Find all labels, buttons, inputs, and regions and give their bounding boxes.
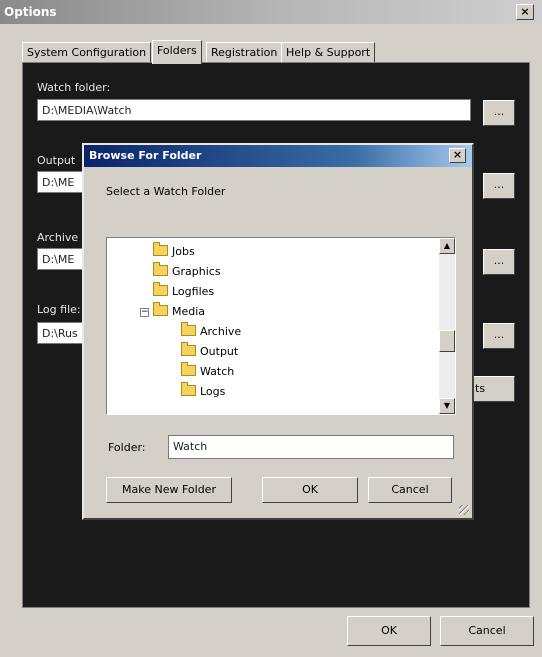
output-folder-browse-button[interactable]: ... [483, 173, 515, 199]
dialog-cancel-button[interactable]: Cancel [368, 477, 452, 503]
folder-name-label: Folder: [108, 441, 146, 454]
tree-item-watch[interactable]: Watch [181, 362, 234, 382]
archive-folder-label: Archive [37, 231, 79, 244]
tree-item-jobs[interactable]: Jobs [153, 242, 195, 262]
browse-for-folder-dialog: Browse For Folder × Select a Watch Folde… [82, 143, 474, 520]
tree-item-label: Jobs [172, 245, 195, 258]
watch-folder-label: Watch folder: [37, 81, 111, 94]
watch-folder-field[interactable]: D:\MEDIA\Watch [37, 99, 471, 121]
dialog-close-button[interactable]: × [449, 148, 466, 163]
log-file-label: Log file: [37, 303, 81, 316]
tree-item-label: Logfiles [172, 285, 215, 298]
cancel-button[interactable]: Cancel [440, 616, 534, 646]
folder-name-input[interactable]: Watch [168, 435, 454, 459]
watch-folder-browse-button[interactable]: ... [483, 100, 515, 126]
folder-icon [181, 382, 196, 396]
tree-item-logs[interactable]: Logs [181, 382, 225, 402]
folder-icon [181, 342, 196, 356]
scroll-down-icon[interactable]: ▼ [439, 398, 455, 414]
tree-item-graphics[interactable]: Graphics [153, 262, 221, 282]
folder-icon [153, 242, 168, 256]
tree-item-label: Media [172, 305, 206, 318]
window-title: Options [4, 5, 57, 19]
dialog-titlebar[interactable]: Browse For Folder × [84, 145, 472, 167]
tree-item-archive[interactable]: Archive [181, 322, 241, 342]
tree-item-output[interactable]: Output [181, 342, 238, 362]
archive-folder-browse-button[interactable]: ... [483, 249, 515, 275]
tree-item-label: Archive [200, 325, 242, 338]
options-window: Options × System Configuration Folders R… [0, 0, 542, 657]
make-new-folder-button[interactable]: Make New Folder [106, 477, 232, 503]
folder-icon [181, 322, 196, 336]
tree-item-label: Output [200, 345, 239, 358]
tree-item-label: Logs [200, 385, 226, 398]
dialog-title: Browse For Folder [89, 149, 202, 162]
output-folder-label: Output [37, 154, 76, 167]
scroll-thumb[interactable] [439, 330, 455, 352]
dialog-ok-button[interactable]: OK [262, 477, 358, 503]
tab-registration[interactable]: Registration [206, 42, 283, 63]
tree-item-label: Graphics [172, 265, 221, 278]
tab-folders[interactable]: Folders [152, 40, 202, 64]
tree-item-media[interactable]: Media [153, 302, 205, 322]
options-titlebar[interactable]: Options × [0, 0, 542, 24]
folder-tree[interactable]: Jobs Graphics Logfiles − Media Archive O… [106, 237, 456, 415]
folder-icon [153, 262, 168, 276]
dialog-prompt: Select a Watch Folder [106, 185, 226, 198]
scroll-up-icon[interactable]: ▲ [439, 238, 455, 254]
tree-item-label: Watch [200, 365, 235, 378]
close-button[interactable]: × [516, 4, 534, 20]
folder-icon [153, 302, 168, 316]
tab-system-configuration[interactable]: System Configuration [22, 42, 152, 63]
ok-button[interactable]: OK [347, 616, 431, 646]
tab-help-support[interactable]: Help & Support [281, 42, 376, 63]
folder-icon [181, 362, 196, 376]
tree-scrollbar[interactable]: ▲ ▼ [439, 238, 455, 414]
resize-grip[interactable] [459, 505, 469, 515]
tree-item-logfiles[interactable]: Logfiles [153, 282, 214, 302]
folder-icon [153, 282, 168, 296]
minus-box-icon[interactable]: − [140, 308, 149, 317]
log-file-browse-button[interactable]: ... [483, 323, 515, 349]
